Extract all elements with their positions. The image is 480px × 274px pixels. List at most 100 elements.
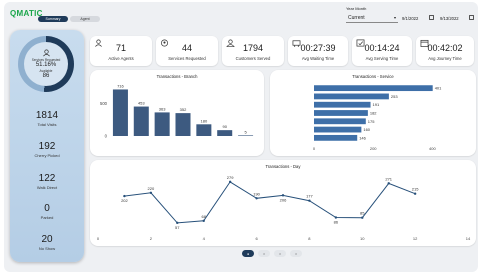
metric-value: 122 [38,173,56,184]
data-point [281,194,285,197]
data-label: 90 [222,124,227,129]
tab-bar: Summary Agent [38,16,102,22]
data-point [361,216,364,219]
page-dot-4[interactable]: ○ [290,250,302,257]
x-tick-label: 6 [255,236,258,241]
day-line-chart: 202220576827919020617786852712150 2 4 6 8 10 1… [97,175,471,241]
data-label: 85 [360,211,365,216]
kpi-label: Active Agents [108,56,134,61]
data-label: 220 [148,186,155,191]
kpi-value: 00:14:24 [364,43,400,53]
calendar-icon[interactable] [429,15,434,20]
metric-value: 20 [41,234,53,245]
tab-agent[interactable]: Agent [70,16,100,22]
x-tick-label: 4 [203,236,206,241]
y-tick-label: 500 [100,101,108,106]
metric-label: Walk Direct [36,185,58,190]
data-point [255,197,258,200]
calendar-icon[interactable] [469,15,474,20]
date-to-field[interactable]: 9/13/2022 [440,13,459,23]
day-chart-card: Transactions - Day 202 220 57 68 279 190 206 17… [90,160,476,246]
metric-parked: 0 Parked [10,203,84,220]
data-label: 352 [180,107,187,112]
x-tick-label: 0 [313,146,316,151]
date-to-value: 9/13/2022 [440,15,459,21]
period-dropdown[interactable]: Current ▾ [346,13,398,23]
gauge-sub-value: 86 [42,73,50,79]
kpi-label: Customers Served [235,56,271,61]
data-label: 146 [359,135,366,140]
data-label: 86 [334,220,339,225]
kpi-value: 1794 [242,43,264,53]
x-tick-label: 8 [308,236,311,241]
kpi-value: 00:27:39 [300,43,336,53]
data-label: 182 [370,111,377,116]
gauge-percent: 51.16% [35,62,57,68]
kpi-label: Avg Serving Time [365,56,399,61]
bar [112,89,128,136]
date-from-field[interactable]: 9/1/2022 [402,13,418,23]
bar [175,113,191,136]
data-label: 206 [280,197,287,202]
x-tick-label: 14 [466,236,471,241]
kpi-services-requested: 44 Services Requested [156,36,218,66]
data-label: 175 [368,119,375,124]
data-label: 5 [244,129,247,134]
kpi-avg-journey-time: 00:42:02 Avg Journey Time [416,36,474,66]
data-label: 57 [175,225,180,230]
y-tick-label: 0 [105,134,108,139]
data-point [413,192,417,195]
metric-label: Parked [40,215,54,220]
service-bar-chart: 401 253 191 182 175 160 146 0 200 400 [313,85,442,151]
bar [314,101,371,108]
bar [196,124,212,136]
kpi-avg-waiting-time: 00:27:39 Avg Waiting Time [288,36,348,66]
data-label: 279 [227,175,234,180]
data-label: 401 [435,86,442,91]
page-dot-2[interactable]: ○ [258,250,270,257]
kpi-avg-serving-time: 00:14:24 Avg Serving Time [352,36,412,66]
data-point [123,194,126,198]
data-point [202,219,205,223]
x-tick-label: 200 [370,146,377,151]
metric-value: 1814 [35,110,59,121]
data-label: 160 [363,127,370,132]
data-label: 202 [121,198,128,203]
data-label: 180 [201,118,208,123]
page-dot-1[interactable]: ● [242,250,254,257]
data-point [387,182,390,185]
tab-summary[interactable]: Summary [38,16,68,22]
kpi-value: 00:42:02 [427,43,463,53]
x-tick-label: 0 [97,236,100,241]
metric-walk-direct: 122 Walk Direct [10,173,84,190]
bar [314,118,366,125]
kpi-value: 71 [115,43,126,53]
kpi-active-agents: 71 Active Agents [90,36,152,66]
branch-chart-card: Transactions - Branch 0 500 716 453 363 352 18… [90,70,264,156]
year-month-label: Year Month [346,6,367,11]
services-icon [42,49,50,57]
x-tick-label: 10 [360,236,365,241]
service-chart-card: Transactions - Service 401 253 191 182 175 16… [270,70,476,156]
data-point [334,216,338,219]
metric-label: Total Visits [37,122,57,127]
bar [217,130,233,136]
bar [238,135,254,136]
page-dot-3[interactable]: ○ [274,250,286,257]
kpi-label: Services Requested [168,56,206,61]
metric-label: No Show [38,246,56,251]
bar [133,106,149,136]
metric-total-visits: 1814 Total Visits [10,110,84,127]
bar [314,85,433,92]
period-value: Current [348,14,365,21]
services-gauge: Services Requested 51.16% Available 86 [18,36,74,92]
data-label: 177 [306,194,313,199]
branch-bar-chart: 0 500 716 453 363 352 180 90 5 [100,83,254,139]
metric-label: Cherry Picked [34,153,60,158]
kpi-label: Avg Journey Time [428,56,462,61]
date-from-value: 9/1/2022 [402,15,419,21]
kpi-customers-served: 1794 Customers Served [222,36,284,66]
data-point [308,199,311,202]
page-navigator: ● ○ ○ ○ [242,250,306,257]
data-label: 271 [385,176,392,181]
